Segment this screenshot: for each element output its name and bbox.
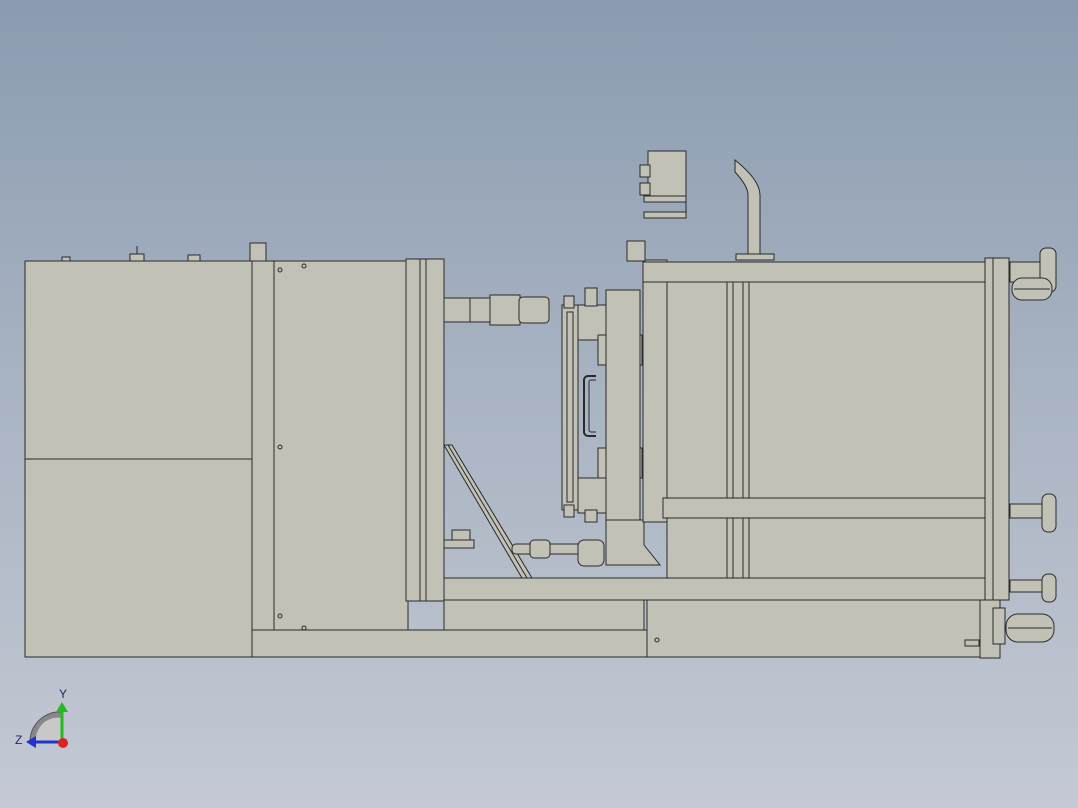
- z-axis-label: Z: [15, 733, 22, 747]
- y-axis-label: Y: [59, 687, 67, 701]
- x-axis-dot: [58, 738, 68, 748]
- left-enclosure: [24, 242, 267, 658]
- door-hinge-assembly: [561, 287, 643, 523]
- junction-box: [639, 150, 687, 219]
- wheel-top: [1009, 247, 1057, 301]
- shaft-assembly: [443, 294, 550, 326]
- wheel-middle: [1009, 493, 1057, 533]
- exhaust-pipe: [734, 158, 775, 261]
- hose-valve-assembly: [443, 519, 662, 567]
- orientation-triad: Y Z: [15, 687, 68, 748]
- cad-model-viewport[interactable]: [0, 0, 1078, 808]
